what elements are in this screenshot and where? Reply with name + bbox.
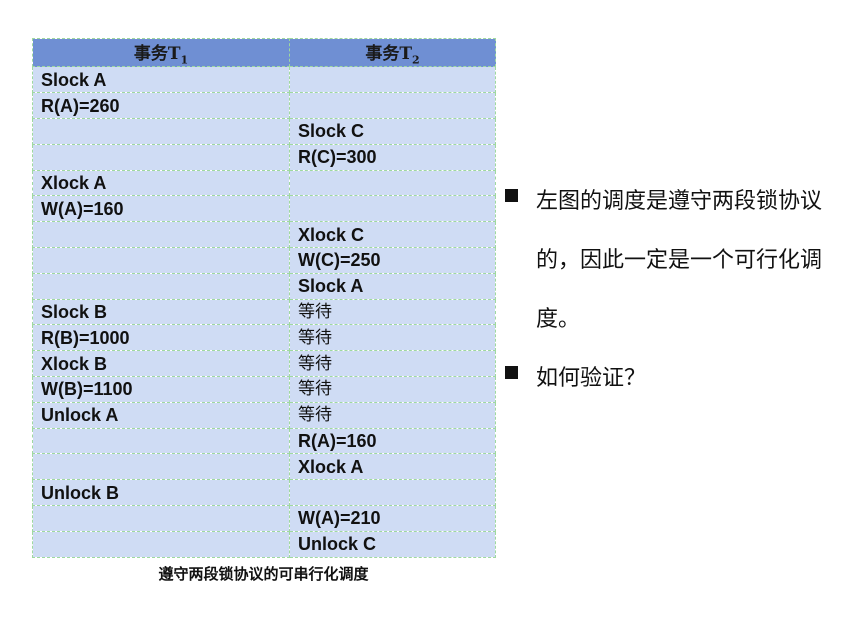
table-row: Xlock B 等待 bbox=[32, 350, 496, 377]
square-bullet-icon bbox=[505, 189, 518, 202]
cell-t2: 等待 bbox=[289, 401, 496, 429]
cell-t2: R(C)=300 bbox=[289, 143, 496, 171]
cell-t1 bbox=[32, 117, 290, 145]
cell-t1 bbox=[32, 272, 290, 300]
cell-t1: Unlock A bbox=[32, 401, 290, 429]
cell-t1 bbox=[32, 143, 290, 171]
schedule-table: 事务T1 事务T2 Slock A R(A)=260 Slock C R(C)=300… bbox=[32, 37, 496, 558]
table-header-row: 事务T1 事务T2 bbox=[32, 37, 496, 68]
cell-t1: R(A)=260 bbox=[32, 92, 290, 119]
table-row: W(C)=250 bbox=[32, 246, 496, 274]
cell-t1: W(A)=160 bbox=[32, 195, 290, 223]
bullet-item: 左图的调度是遵守两段锁协议的，因此一定是一个可行化调度。 bbox=[505, 172, 850, 349]
notes-panel: 左图的调度是遵守两段锁协议的，因此一定是一个可行化调度。 如何验证？ bbox=[505, 172, 850, 408]
table-row: Unlock B bbox=[32, 479, 496, 506]
cell-t2 bbox=[289, 195, 496, 223]
table-row: R(C)=300 bbox=[32, 143, 496, 171]
cell-t2: Xlock A bbox=[289, 453, 496, 481]
cell-t2: Unlock C bbox=[289, 530, 496, 558]
cell-t1: Slock A bbox=[32, 66, 290, 94]
cell-t1 bbox=[32, 453, 290, 481]
table-row: W(A)=160 bbox=[32, 195, 496, 223]
cell-t2: W(C)=250 bbox=[289, 246, 496, 274]
table-row: W(B)=1100 等待 bbox=[32, 375, 496, 403]
header-transaction-t2: 事务T2 bbox=[289, 37, 496, 68]
table-caption: 遵守两段锁协议的可串行化调度 bbox=[158, 565, 369, 583]
square-bullet-icon bbox=[505, 366, 518, 379]
cell-t1 bbox=[32, 530, 290, 558]
cell-t2 bbox=[289, 479, 496, 506]
cell-t2: R(A)=160 bbox=[289, 427, 496, 455]
table-row: Slock C bbox=[32, 117, 496, 145]
cell-t1: Xlock A bbox=[32, 169, 290, 197]
table-row: R(A)=260 bbox=[32, 92, 496, 119]
cell-t2: W(A)=210 bbox=[289, 504, 496, 532]
cell-t1 bbox=[32, 221, 290, 248]
cell-t2 bbox=[289, 66, 496, 94]
table-row: Xlock C bbox=[32, 221, 496, 248]
bullet-text-question: 如何验证？ bbox=[536, 366, 647, 391]
cell-t1 bbox=[32, 504, 290, 532]
header-transaction-t1: 事务T1 bbox=[32, 37, 290, 68]
table-row: R(B)=1000 等待 bbox=[32, 324, 496, 352]
cell-t1: R(B)=1000 bbox=[32, 324, 290, 352]
bullet-text-conclusion: 左图的调度是遵守两段锁协议的，因此一定是一个可行化调度。 bbox=[536, 189, 823, 332]
table-row: Slock A bbox=[32, 272, 496, 300]
cell-t2: Slock A bbox=[289, 272, 496, 300]
table-body: Slock A R(A)=260 Slock C R(C)=300 Xlock A W(A… bbox=[32, 66, 496, 558]
table-row: Xlock A bbox=[32, 169, 496, 197]
cell-t1: W(B)=1100 bbox=[32, 375, 290, 403]
cell-t1 bbox=[32, 246, 290, 274]
cell-t1: Xlock B bbox=[32, 350, 290, 377]
cell-t2: Xlock C bbox=[289, 221, 496, 248]
cell-t2: 等待 bbox=[289, 350, 496, 377]
table-row: W(A)=210 bbox=[32, 504, 496, 532]
table-row: Slock B 等待 bbox=[32, 298, 496, 326]
cell-t2 bbox=[289, 92, 496, 119]
table-row: Unlock A 等待 bbox=[32, 401, 496, 429]
table-row: Unlock C bbox=[32, 530, 496, 558]
cell-t1: Slock B bbox=[32, 298, 290, 326]
cell-t1 bbox=[32, 427, 290, 455]
table-row: Slock A bbox=[32, 66, 496, 94]
cell-t2: Slock C bbox=[289, 117, 496, 145]
cell-t1: Unlock B bbox=[32, 479, 290, 506]
cell-t2: 等待 bbox=[289, 298, 496, 326]
cell-t2 bbox=[289, 169, 496, 197]
table-row: Xlock A bbox=[32, 453, 496, 481]
cell-t2: 等待 bbox=[289, 324, 496, 352]
cell-t2: 等待 bbox=[289, 375, 496, 403]
table-row: R(A)=160 bbox=[32, 427, 496, 455]
bullet-item: 如何验证？ bbox=[505, 349, 850, 408]
